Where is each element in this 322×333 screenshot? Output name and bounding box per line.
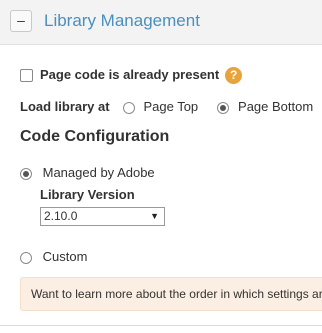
- custom-label[interactable]: Custom: [43, 249, 88, 264]
- custom-row: Custom: [20, 249, 87, 264]
- page-top-radio[interactable]: [122, 101, 135, 114]
- code-configuration-heading: Code Configuration: [20, 128, 170, 145]
- load-library-row: Load library at Page Top Page Bottom: [20, 99, 313, 114]
- page-bottom-label[interactable]: Page Bottom: [238, 99, 313, 114]
- managed-by-adobe-radio[interactable]: [20, 167, 32, 180]
- dropdown-arrow-icon: ▼: [150, 211, 159, 221]
- managed-by-adobe-label[interactable]: Managed by Adobe: [43, 165, 155, 180]
- library-version-label: Library Version: [40, 187, 135, 202]
- load-library-label: Load library at: [20, 99, 110, 114]
- page-code-label: Page code is already present: [40, 67, 220, 82]
- page-top-label[interactable]: Page Top: [143, 99, 198, 114]
- info-text: Want to learn more about the order in wh…: [31, 287, 322, 301]
- library-version-value: 2.10.0: [44, 209, 78, 223]
- section-header: – Library Management: [0, 0, 322, 45]
- page-code-checkbox[interactable]: [20, 69, 33, 83]
- section-title: Library Management: [44, 11, 200, 30]
- page-bottom-radio[interactable]: [217, 101, 230, 114]
- help-icon[interactable]: ?: [225, 67, 243, 85]
- library-version-select[interactable]: 2.10.0 ▼: [40, 207, 165, 226]
- managed-by-adobe-row: Managed by Adobe: [20, 165, 155, 180]
- collapse-button[interactable]: –: [10, 10, 32, 32]
- page-code-row: Page code is already present?: [20, 67, 243, 85]
- divider: [0, 325, 322, 326]
- info-banner: Want to learn more about the order in wh…: [20, 277, 322, 311]
- custom-radio[interactable]: [20, 251, 32, 264]
